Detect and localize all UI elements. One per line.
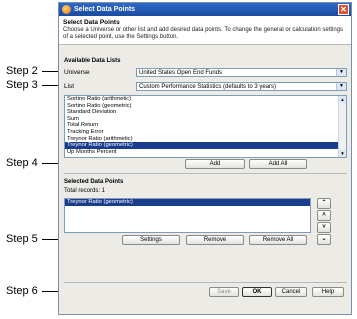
ok-button[interactable]: OK (242, 287, 272, 297)
header-title: Select Data Points (63, 19, 120, 26)
selected-data-points-list[interactable]: Treynor Ratio (geometric) (64, 198, 311, 233)
remove-button[interactable]: Remove (186, 235, 244, 245)
callout-step-6: Step 6 (6, 285, 38, 297)
total-records: Total records: 1 (64, 188, 106, 194)
callout-step-2: Step 2 (6, 65, 38, 77)
list-item[interactable]: Treynor Ratio (arithmetic) (65, 136, 346, 143)
list-item[interactable]: Standard Deviation (65, 109, 346, 116)
universe-select[interactable]: United States Open End Funds ▼ (136, 68, 347, 77)
scroll-down-icon[interactable]: ▼ (339, 150, 346, 157)
select-data-points-dialog: Select Data Points ✕ Select Data Points … (58, 2, 352, 315)
list-item[interactable]: Tracking Error (65, 129, 346, 136)
dialog-header: Select Data Points Choose a Universe or … (59, 16, 351, 45)
dialog-title: Select Data Points (74, 6, 136, 13)
help-button[interactable]: Help (312, 287, 344, 297)
header-description: Choose a Universe or other list and add … (63, 27, 344, 40)
selected-data-points-heading: Selected Data Points (64, 179, 124, 185)
close-icon[interactable]: ✕ (338, 4, 349, 15)
list-item[interactable]: Sortino Ratio (geometric) (65, 103, 346, 110)
available-data-lists-heading: Available Data Lists (64, 58, 121, 64)
save-button[interactable]: Save (209, 287, 239, 297)
list-item-selected[interactable]: Treynor Ratio (geometric) (65, 199, 310, 206)
cancel-button[interactable]: Cancel (275, 287, 307, 297)
divider (64, 282, 347, 283)
list-item-selected[interactable]: Treynor Ratio (geometric) (65, 142, 346, 149)
move-up-button[interactable]: ˄ (317, 210, 331, 221)
list-select[interactable]: Custom Performance Statistics (defaults … (136, 82, 347, 91)
list-value: Custom Performance Statistics (defaults … (139, 84, 277, 90)
add-button[interactable]: Add (185, 159, 245, 169)
divider (64, 173, 347, 174)
move-down-button[interactable]: ˅ (317, 222, 331, 233)
universe-value: United States Open End Funds (139, 70, 223, 76)
universe-label: Universe (64, 69, 90, 76)
scroll-up-icon[interactable]: ▲ (339, 96, 346, 103)
list-label: List (64, 83, 75, 90)
move-top-button[interactable]: ⌃ (317, 198, 331, 209)
add-all-button[interactable]: Add All (249, 159, 307, 169)
dialog-titlebar[interactable]: Select Data Points ✕ (59, 3, 351, 16)
chevron-down-icon[interactable]: ▼ (336, 69, 346, 76)
list-item[interactable]: Up Months Percent (65, 149, 346, 156)
list-item[interactable]: Sortino Ratio (arithmetic) (65, 96, 346, 103)
callout-step-3: Step 3 (6, 79, 38, 91)
list-item[interactable]: Sum (65, 116, 346, 123)
chevron-down-icon[interactable]: ▼ (336, 83, 346, 90)
list-scrollbar[interactable]: ▲ ▼ (338, 96, 346, 157)
callout-step-5: Step 5 (6, 233, 38, 245)
settings-button[interactable]: Settings (122, 235, 180, 245)
move-bottom-button[interactable]: ⌄ (317, 234, 331, 245)
available-data-points-list[interactable]: Sortino Ratio (arithmetic) Sortino Ratio… (64, 95, 347, 158)
app-icon (62, 5, 71, 14)
callout-step-4: Step 4 (6, 157, 38, 169)
remove-all-button[interactable]: Remove All (249, 235, 307, 245)
list-item[interactable]: Total Return (65, 122, 346, 129)
